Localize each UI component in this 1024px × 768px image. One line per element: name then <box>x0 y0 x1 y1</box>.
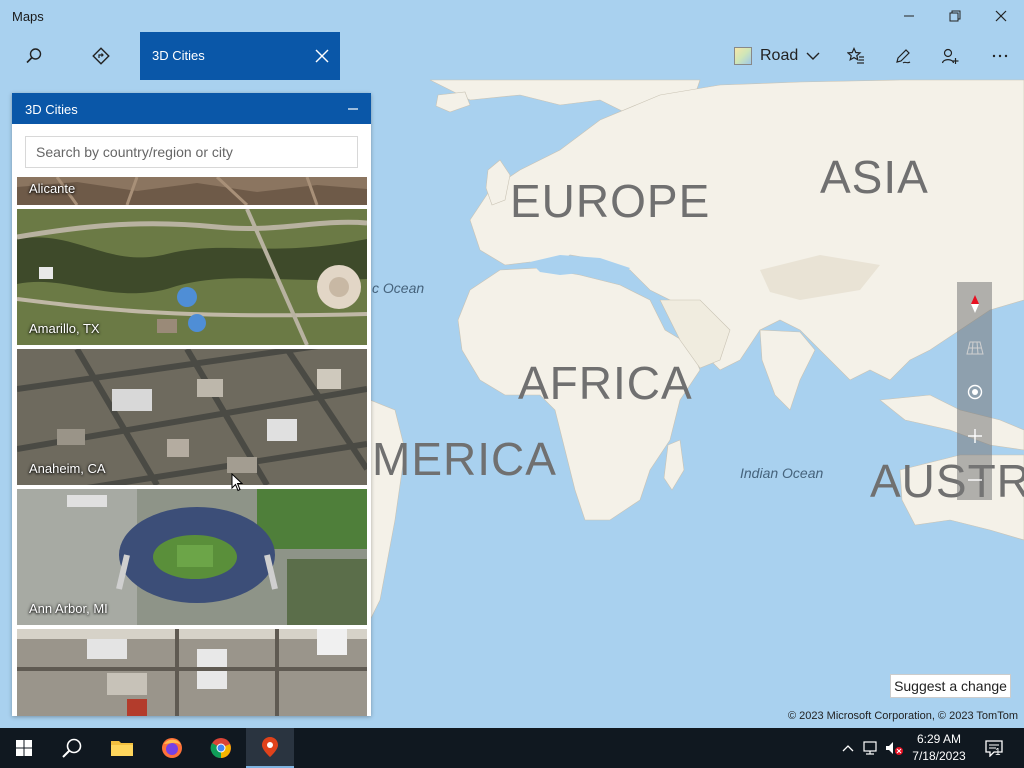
maps-toolbar: 3D Cities Road <box>0 32 1024 80</box>
taskbar-maps[interactable] <box>246 728 294 768</box>
mouse-cursor-icon <box>231 473 243 492</box>
pen-icon <box>896 49 911 64</box>
tab-3d-cities-label: 3D Cities <box>152 48 205 63</box>
firefox-icon <box>162 738 182 758</box>
start-button[interactable] <box>0 728 48 768</box>
chrome-icon <box>210 738 231 759</box>
city-tile-anaheim[interactable]: Anaheim, CA <box>17 349 367 485</box>
compass-icon <box>970 295 979 313</box>
3d-cities-panel: 3D Cities Alicante <box>12 93 371 716</box>
notification-icon <box>985 740 1003 757</box>
windows-taskbar: 6:29 AM 7/18/2023 <box>0 728 1024 768</box>
map-controls <box>957 282 992 500</box>
more-icon <box>992 54 1008 58</box>
location-icon <box>967 384 982 400</box>
minus-icon <box>967 479 982 481</box>
clock-date: 7/18/2023 <box>912 749 966 763</box>
search-icon <box>62 738 82 758</box>
map-label-asia: ASIA <box>820 151 929 203</box>
minimize-icon <box>904 15 914 17</box>
minimize-icon <box>348 108 358 110</box>
more-button[interactable] <box>977 32 1023 80</box>
map-label-africa: AFRICA <box>518 357 693 409</box>
ink-button[interactable] <box>880 32 926 80</box>
city-tile-next[interactable] <box>17 629 367 716</box>
maps-app-icon <box>262 737 278 757</box>
directions-icon <box>92 47 110 65</box>
map-style-label: Road <box>760 47 799 64</box>
map-label-europe: EUROPE <box>510 175 711 227</box>
map-style-dropdown[interactable]: Road <box>728 40 824 72</box>
tab-3d-cities[interactable]: 3D Cities <box>140 32 340 80</box>
volume-button[interactable] <box>884 738 904 758</box>
map-label-america: MERICA <box>372 433 557 485</box>
folder-icon <box>111 741 133 756</box>
taskbar-clock[interactable]: 6:29 AM 7/18/2023 <box>906 731 972 765</box>
favorites-icon <box>847 47 864 64</box>
close-icon <box>315 49 329 63</box>
zoom-out-button[interactable] <box>957 458 992 502</box>
sign-in-button[interactable] <box>927 32 973 80</box>
windows-logo-icon <box>16 740 32 756</box>
compass-button[interactable] <box>957 282 992 326</box>
city-thumbnail <box>17 629 367 716</box>
suggest-a-change-button[interactable]: Suggest a change <box>890 674 1011 698</box>
map-label-australia: AUSTRA <box>870 455 1024 507</box>
city-search-box[interactable] <box>25 136 358 168</box>
app-title: Maps <box>12 9 44 24</box>
city-tile-ann-arbor[interactable]: Ann Arbor, MI <box>17 489 367 625</box>
city-search-input[interactable] <box>26 137 357 167</box>
panel-title: 3D Cities <box>25 102 78 117</box>
notification-count-badge: 1 <box>995 747 1001 758</box>
chevron-down-icon <box>806 52 820 60</box>
minimize-button[interactable] <box>886 0 932 32</box>
taskbar-firefox[interactable] <box>148 728 196 768</box>
close-window-button[interactable] <box>978 0 1024 32</box>
panel-header: 3D Cities <box>12 93 371 124</box>
city-label: Ann Arbor, MI <box>29 601 108 616</box>
action-center-button[interactable] <box>983 738 1005 758</box>
chevron-up-icon <box>842 745 854 752</box>
close-tab-button[interactable] <box>310 44 334 68</box>
volume-muted-icon <box>886 742 903 755</box>
city-tile-alicante[interactable]: Alicante <box>17 177 367 205</box>
city-label: Alicante <box>29 181 76 196</box>
directions-button[interactable] <box>78 32 124 80</box>
map-copyright: © 2023 Microsoft Corporation, © 2023 Tom… <box>787 710 1018 722</box>
restore-icon <box>949 10 961 22</box>
favorites-button[interactable] <box>833 32 879 80</box>
map-label-indian-ocean: Indian Ocean <box>740 465 824 481</box>
zoom-in-button[interactable] <box>957 414 992 458</box>
close-icon <box>995 10 1007 22</box>
locate-me-button[interactable] <box>957 370 992 414</box>
show-hidden-icons-button[interactable] <box>838 738 858 758</box>
person-add-icon <box>941 48 959 64</box>
network-button[interactable] <box>861 738 881 758</box>
search-icon <box>26 48 42 64</box>
tilt-grid-icon <box>965 341 984 355</box>
plus-icon <box>967 429 982 443</box>
map-label-atlantic-ocean: c Ocean <box>372 280 425 296</box>
city-label: Anaheim, CA <box>29 461 106 476</box>
city-label: Amarillo, TX <box>29 321 100 336</box>
search-button[interactable] <box>11 32 57 80</box>
collapse-panel-button[interactable] <box>341 97 365 121</box>
taskbar-file-explorer[interactable] <box>98 728 146 768</box>
taskbar-chrome[interactable] <box>197 728 245 768</box>
clock-time: 6:29 AM <box>916 732 962 746</box>
network-icon <box>863 741 877 755</box>
restore-button[interactable] <box>932 0 978 32</box>
city-list[interactable]: Alicante Amarillo, TX Anaheim, CA Ann Ar… <box>17 177 367 716</box>
tilt-button[interactable] <box>957 326 992 370</box>
taskbar-search-button[interactable] <box>48 728 96 768</box>
title-bar: Maps <box>0 0 1024 32</box>
map-style-icon <box>734 47 752 65</box>
city-tile-amarillo[interactable]: Amarillo, TX <box>17 209 367 345</box>
